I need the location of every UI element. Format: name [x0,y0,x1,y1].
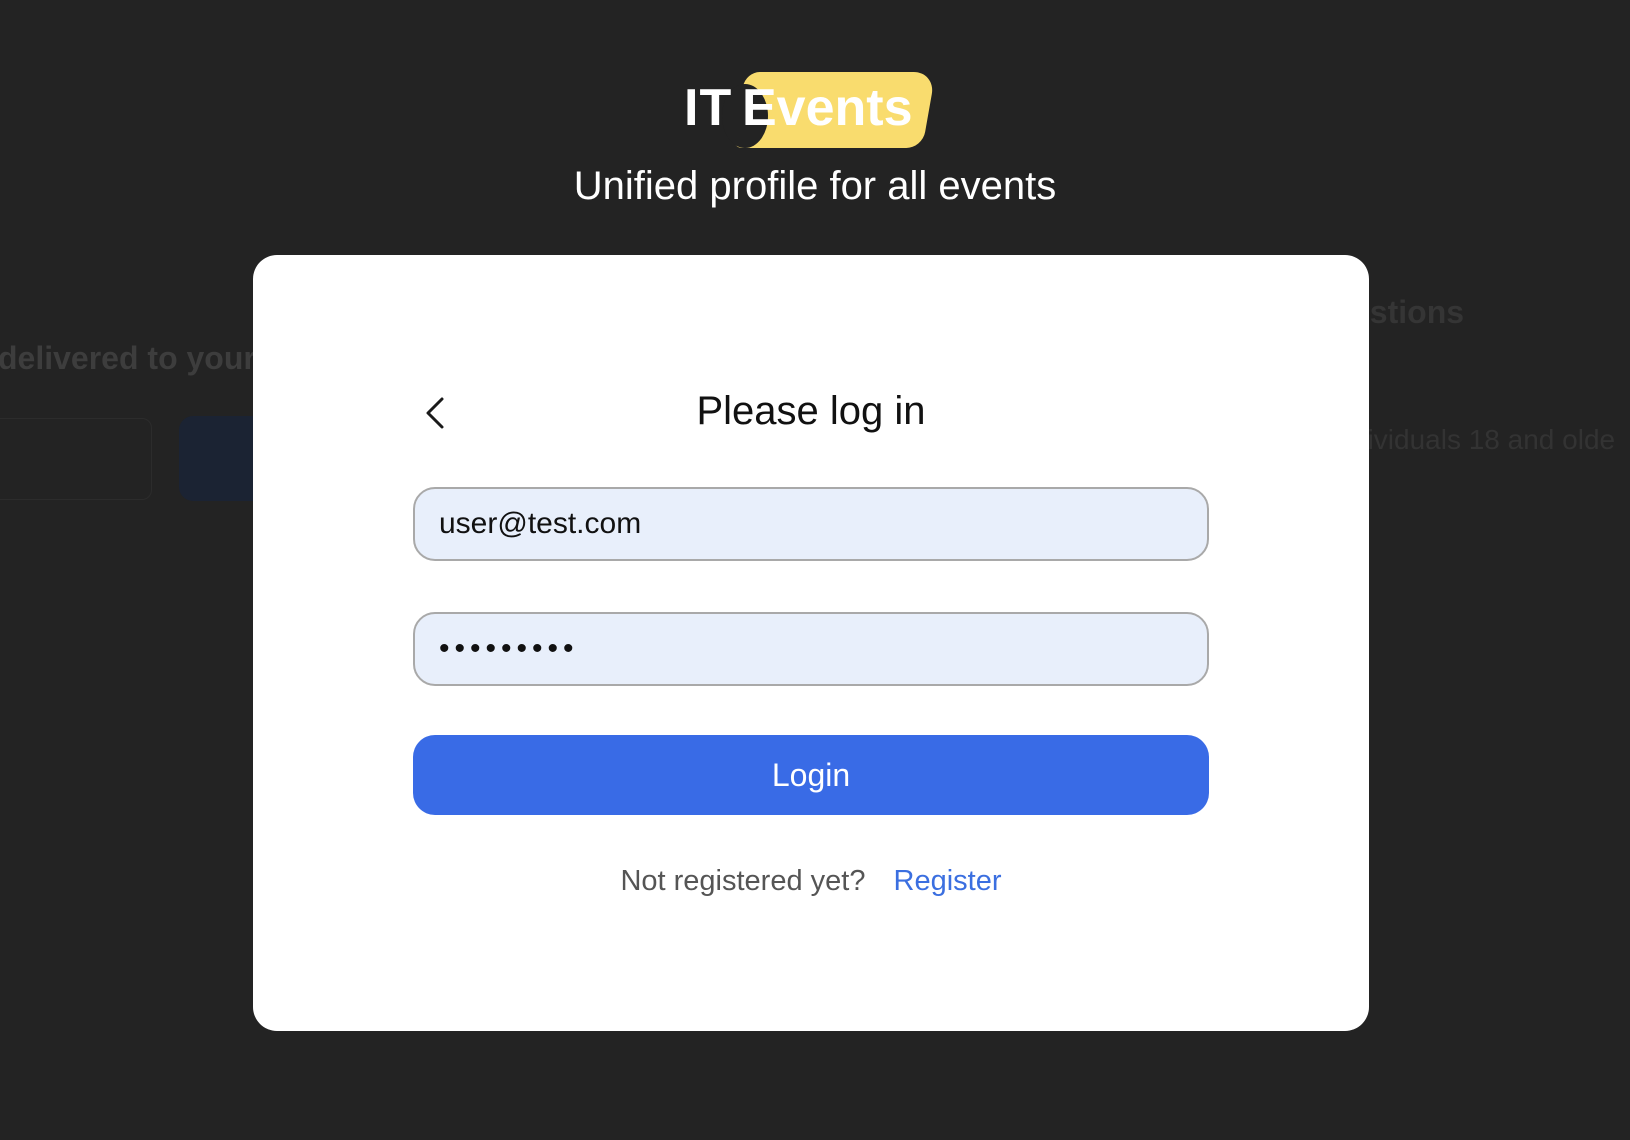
modal-title: Please log in [696,389,926,433]
background-text-right: dividuals 18 and olde [1352,424,1616,455]
register-prompt: Not registered yet? [620,865,866,897]
login-modal: Please log in Login Not registered yet? … [253,255,1369,1031]
email-field[interactable] [413,487,1209,561]
tagline: Unified profile for all events [573,164,1057,208]
background-heading-left: delivered to your i [0,340,274,376]
logo-events-text: Events [742,79,913,137]
register-row: Not registered yet? Register [253,865,1369,898]
itevents-logo: IT Events [684,70,936,154]
logo-it-text: IT [684,79,733,137]
register-link[interactable]: Register [894,865,1002,897]
background-input [0,418,152,500]
password-field[interactable] [413,612,1209,686]
login-button[interactable]: Login [413,735,1209,815]
